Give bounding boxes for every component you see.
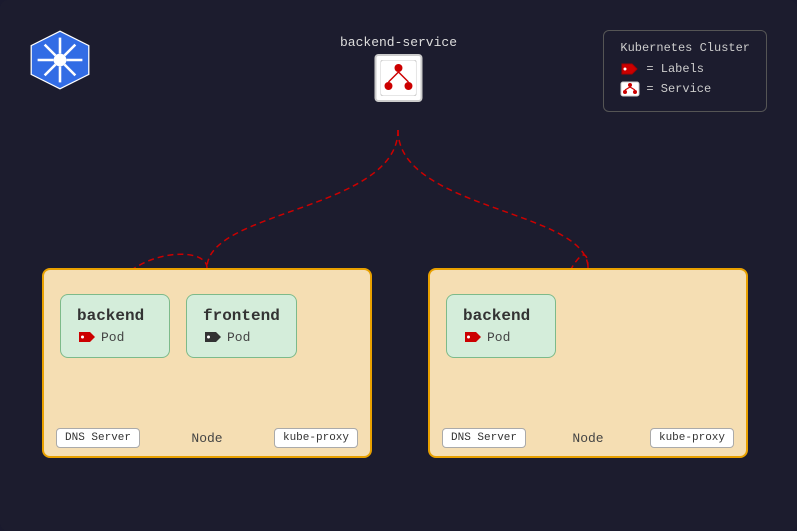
legend-labels-text: = Labels <box>646 62 704 76</box>
node-left-label: Node <box>191 431 222 446</box>
node-left: backend Pod frontend Pod <box>42 268 372 458</box>
backend-service-label: backend-service <box>340 35 457 50</box>
labels-icon <box>620 61 640 77</box>
pod-backend-left-label: backend <box>77 307 144 325</box>
pod-frontend-left-type-row: Pod <box>203 329 250 345</box>
dns-server-right: DNS Server <box>442 428 526 448</box>
dark-tag-icon-left-frontend <box>203 329 223 345</box>
pods-row-right: backend Pod <box>446 294 730 358</box>
legend-box: Kubernetes Cluster = Labels = Service <box>603 30 767 112</box>
pod-backend-left: backend Pod <box>60 294 170 358</box>
node-left-footer: DNS Server Node kube-proxy <box>44 428 370 448</box>
node-right-label: Node <box>572 431 603 446</box>
pod-frontend-left-type: Pod <box>227 330 250 345</box>
legend-service-item: = Service <box>620 81 750 97</box>
legend-title: Kubernetes Cluster <box>620 41 750 55</box>
pod-frontend-left-label: frontend <box>203 307 280 325</box>
node-right: backend Pod DNS Server Node kube-proxy <box>428 268 748 458</box>
dns-server-left: DNS Server <box>56 428 140 448</box>
service-icon-box <box>375 54 423 102</box>
kube-proxy-right: kube-proxy <box>650 428 734 448</box>
service-icon <box>381 60 417 96</box>
pod-backend-right-type: Pod <box>487 330 510 345</box>
pods-row-left: backend Pod frontend Pod <box>60 294 354 358</box>
main-diagram: Kubernetes Cluster = Labels = Service ba <box>0 0 797 531</box>
pod-backend-left-type-row: Pod <box>77 329 124 345</box>
legend-labels-item: = Labels <box>620 61 750 77</box>
kube-proxy-left: kube-proxy <box>274 428 358 448</box>
backend-service: backend-service <box>340 35 457 102</box>
node-right-footer: DNS Server Node kube-proxy <box>430 428 746 448</box>
pod-backend-right-type-row: Pod <box>463 329 510 345</box>
pod-backend-left-type: Pod <box>101 330 124 345</box>
pod-frontend-left: frontend Pod <box>186 294 297 358</box>
kubernetes-logo <box>28 28 92 92</box>
legend-service-text: = Service <box>646 82 711 96</box>
pod-backend-right-label: backend <box>463 307 530 325</box>
service-legend-icon <box>620 81 640 97</box>
red-tag-icon-right-backend <box>463 329 483 345</box>
red-tag-icon-left-backend <box>77 329 97 345</box>
pod-backend-right: backend Pod <box>446 294 556 358</box>
